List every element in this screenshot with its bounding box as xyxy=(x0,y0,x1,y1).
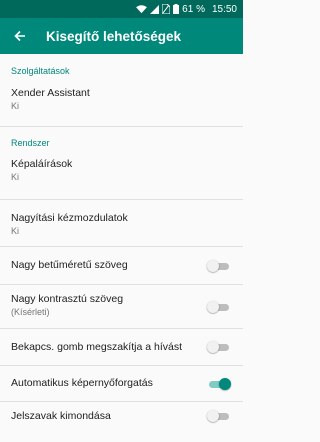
item-label: Xender Assistant xyxy=(11,87,90,99)
list-item-auto-rotate[interactable]: Automatikus képernyőforgatás xyxy=(0,366,243,402)
large-text-switch[interactable] xyxy=(207,259,231,273)
auto-rotate-switch[interactable] xyxy=(207,377,231,391)
arrow-back-icon xyxy=(14,30,25,42)
page-title: Kisegítő lehetőségek xyxy=(46,28,182,44)
wifi-icon xyxy=(136,4,148,13)
speak-passwords-switch[interactable] xyxy=(207,409,231,423)
signal-icon xyxy=(150,4,160,14)
status-bar: 61 % 15:50 xyxy=(0,0,243,18)
no-sim-icon xyxy=(162,4,171,14)
item-summary: Ki xyxy=(11,226,20,236)
high-contrast-switch[interactable] xyxy=(207,300,231,314)
item-label: Nagyítási kézmozdulatok xyxy=(11,212,128,224)
app-bar: Kisegítő lehetőségek xyxy=(0,18,243,54)
item-label: Képaláírások xyxy=(11,158,73,170)
list-item-xender-assistant[interactable]: Xender Assistant Ki xyxy=(0,80,243,127)
section-header-services: Szolgáltatások xyxy=(11,66,70,76)
clock: 15:50 xyxy=(211,3,237,15)
section-header-system: Rendszer xyxy=(11,138,50,148)
list-item-captions[interactable]: Képaláírások Ki xyxy=(0,152,243,200)
list-item-large-text[interactable]: Nagy betűméretű szöveg xyxy=(0,247,243,285)
battery-percent: 61 % xyxy=(182,3,205,15)
list-item-power-button-ends-call[interactable]: Bekapcs. gomb megszakítja a hívást xyxy=(0,329,243,366)
power-button-ends-call-switch[interactable] xyxy=(207,340,231,354)
list-item-speak-passwords[interactable]: Jelszavak kimondása xyxy=(0,402,243,442)
list-item-high-contrast-text[interactable]: Nagy kontrasztú szöveg (Kísérleti) xyxy=(0,285,243,329)
settings-list: Szolgáltatások Xender Assistant Ki Rends… xyxy=(0,54,243,442)
item-summary: Ki xyxy=(11,101,20,111)
item-summary: Ki xyxy=(11,172,20,182)
battery-icon xyxy=(173,4,180,14)
list-item-magnification-gestures[interactable]: Nagyítási kézmozdulatok Ki xyxy=(0,200,243,247)
back-button[interactable] xyxy=(0,18,40,54)
